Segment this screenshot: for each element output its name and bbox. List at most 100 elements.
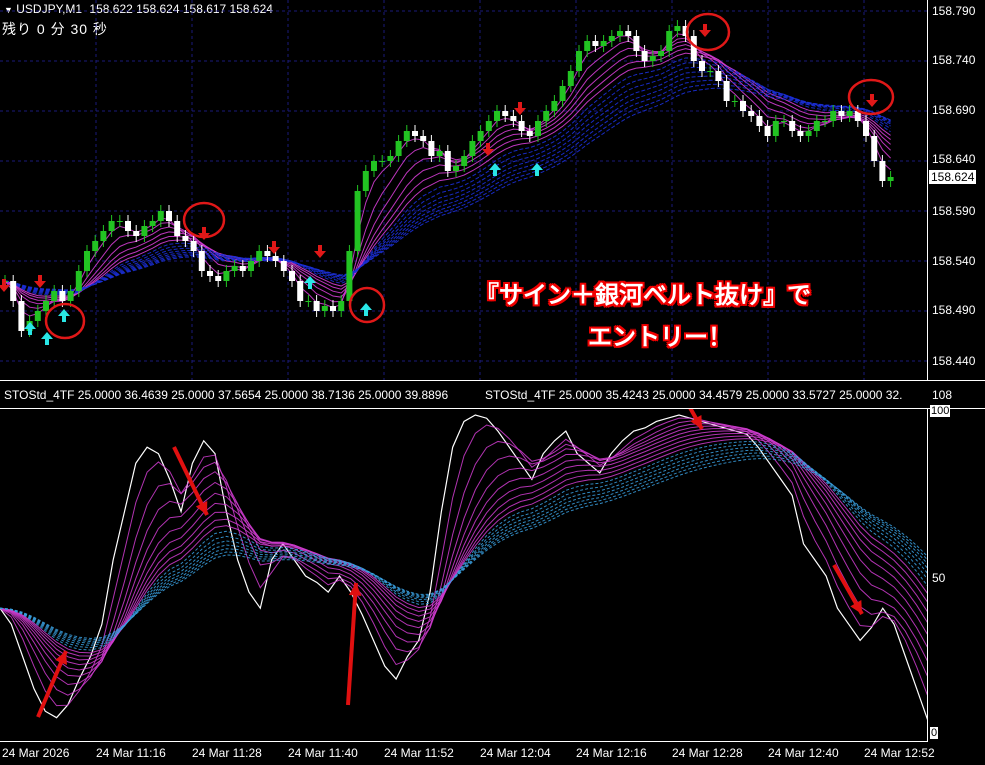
level-100-box: 100 [930,405,951,417]
candle-body [690,36,697,61]
candle-body [625,31,632,36]
candle-body [567,71,574,86]
sell-arrow-icon [699,24,711,37]
candle-body [822,121,828,122]
belt-line [4,62,891,295]
candle-body [444,151,451,171]
arrowhead-icon [348,583,362,596]
candle-body [223,271,230,281]
candle-body [428,141,435,156]
time-tick: 24 Mar 12:28 [672,746,743,760]
time-axis: 24 Mar 2026 24 Mar 11:16 24 Mar 11:28 24… [0,744,985,764]
stoch-line [0,455,928,641]
candle-body [543,111,550,121]
candle-body [674,26,681,31]
price-chart[interactable] [0,0,928,380]
candle-body [666,31,673,51]
time-tick: 24 Mar 2026 [2,746,70,760]
candle-body [485,121,492,131]
stoch-line [0,423,928,686]
current-price-box: 158.624 [928,169,978,185]
price-tick: 158.540 [932,254,976,268]
candle-body [649,56,656,61]
belt-line [4,83,891,291]
belt-line [4,66,891,294]
candle-body [731,101,738,102]
candle-body [526,131,533,136]
candle-body [871,136,878,161]
candle-body [190,241,197,251]
candle-body [740,101,746,111]
candle-body [772,121,779,136]
candle-body [846,111,853,116]
candle-body [600,41,607,46]
candle-body [805,131,812,136]
candle-body [182,236,189,241]
candle-body [108,221,115,231]
candle-body [813,121,820,131]
sell-arrow-icon [514,102,526,115]
candle-body [362,171,369,191]
candle-body [756,116,763,126]
candle-body [797,131,804,136]
candle-body [174,221,181,236]
candle-body [510,116,517,121]
candle-body [617,31,623,36]
candle-body [371,161,377,171]
candle-body [84,251,90,271]
time-tick: 24 Mar 11:40 [288,746,358,760]
candle-body [379,161,386,162]
indicator-axis-line [927,409,928,741]
price-tick: 158.440 [932,354,976,368]
candle-body [707,71,714,72]
time-tick: 24 Mar 12:40 [768,746,839,760]
candle-body [272,256,279,261]
candle-body [248,261,254,271]
candle-body [207,271,213,276]
stoch-line [0,449,928,644]
candle-body [477,131,484,141]
candle-body [92,241,99,251]
price-tick: 158.490 [932,303,976,317]
candle-body [387,156,394,161]
red-annotation-arrow [346,582,358,706]
time-tick: 24 Mar 11:16 [96,746,166,760]
candle-body [723,81,730,101]
candle-body [321,306,328,311]
stochastic-chart[interactable] [0,409,928,741]
candle-body [518,121,525,131]
candle-body [633,36,640,51]
level-50-label: 50 [932,571,946,585]
sell-arrow-icon [314,245,326,258]
candle-body [535,121,541,136]
candle-body [59,291,66,301]
price-axis: 158.790 158.740 158.690 158.640 158.590 … [928,0,985,380]
candle-body [584,41,591,51]
candle-body [764,126,771,136]
candle-body [436,151,443,156]
time-axis-line [0,741,928,742]
time-tick: 24 Mar 12:04 [480,746,551,760]
candle-body [346,251,353,301]
price-tick: 158.640 [932,152,976,166]
sell-arrow-icon [0,279,10,292]
sell-arrow-icon [866,94,878,107]
candle-body [198,251,205,271]
candle-body [141,226,148,236]
sell-arrow-icon [34,275,46,288]
candle-body [125,221,131,231]
candle-body [34,311,41,321]
candle-body [830,111,837,121]
candle-body [715,71,722,81]
time-tick: 24 Mar 11:28 [192,746,262,760]
time-tick: 24 Mar 12:52 [864,746,935,760]
candle-body [412,131,418,136]
belt-line [4,71,891,293]
candle-body [166,211,172,221]
candle-body [280,261,287,271]
candle-body [305,301,312,302]
candle-body [51,291,58,301]
candle-body [330,306,336,311]
candle-body [354,191,361,251]
stoch-line [0,458,928,639]
